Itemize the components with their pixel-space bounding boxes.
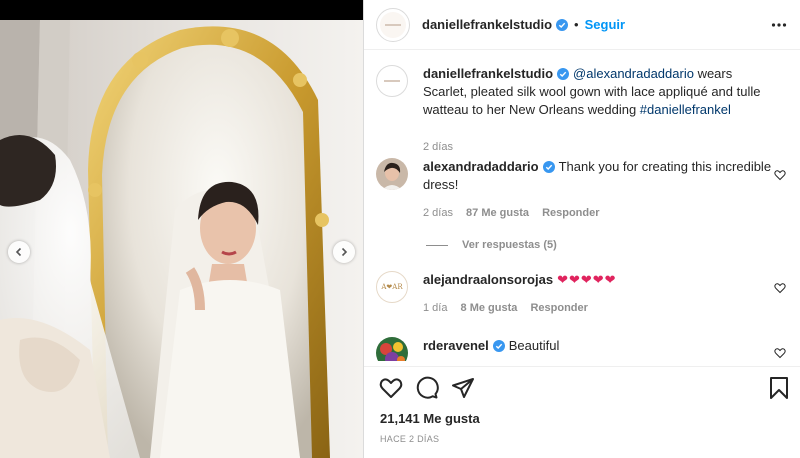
- verified-badge-icon: [542, 161, 555, 173]
- author-username[interactable]: daniellefrankelstudio: [422, 17, 552, 32]
- photo-top-bar: [0, 0, 363, 20]
- like-comment-heart-icon[interactable]: [774, 282, 786, 294]
- more-options-icon[interactable]: [771, 17, 787, 33]
- separator-dot: •: [574, 17, 579, 32]
- chevron-right-icon: [341, 247, 348, 257]
- paper-plane-icon[interactable]: [451, 376, 475, 400]
- commenter-avatar[interactable]: A❤AR: [376, 271, 408, 303]
- view-replies-button[interactable]: Ver respuestas (5): [426, 239, 557, 251]
- view-replies-label: Ver respuestas (5): [462, 239, 557, 251]
- post-details-panel: daniellefrankelstudio • Seguir daniellef…: [363, 0, 800, 458]
- caption-username[interactable]: daniellefrankelstudio: [423, 66, 553, 81]
- verified-badge-icon: [556, 18, 569, 31]
- comments-list[interactable]: daniellefrankelstudio @alexandradaddario …: [364, 51, 800, 361]
- verified-badge-icon: [492, 340, 505, 352]
- comment-text: Beautiful: [508, 338, 560, 353]
- caption-hashtag-link[interactable]: #daniellefrankel: [640, 102, 731, 117]
- verified-badge-icon: [557, 68, 570, 80]
- caption-time[interactable]: 2 días: [423, 141, 453, 153]
- post-photo[interactable]: [0, 0, 363, 458]
- comment-meta: 2 días 87 Me gusta Responder: [423, 207, 610, 219]
- like-comment-heart-icon[interactable]: [774, 169, 786, 181]
- next-photo-button[interactable]: [333, 241, 355, 263]
- caption-meta: 2 días: [423, 141, 463, 153]
- comment-username[interactable]: alexandradaddario: [423, 159, 539, 174]
- heart-icon[interactable]: [379, 376, 403, 400]
- author-avatar[interactable]: [376, 7, 410, 42]
- comment-like-count[interactable]: 8 Me gusta: [461, 302, 518, 314]
- post-timestamp[interactable]: HACE 2 DÍAS: [380, 434, 439, 444]
- comment-time[interactable]: 2 días: [423, 207, 453, 219]
- replies-line: [426, 244, 448, 246]
- comment-meta: 1 día 8 Me gusta Responder: [423, 302, 598, 314]
- comment-like-count[interactable]: 87 Me gusta: [466, 207, 529, 219]
- commenter-avatar[interactable]: [376, 337, 408, 361]
- chevron-left-icon: [15, 247, 22, 257]
- like-comment-heart-icon[interactable]: [774, 347, 786, 359]
- reply-button[interactable]: Responder: [530, 302, 587, 314]
- author-avatar-small[interactable]: [376, 65, 408, 97]
- comment-username[interactable]: rderavenel: [423, 338, 489, 353]
- post-like-count[interactable]: 21,141 Me gusta: [380, 411, 480, 426]
- comment-bubble-icon[interactable]: [415, 376, 439, 400]
- avatar-logo-text: A❤AR: [381, 283, 403, 291]
- previous-photo-button[interactable]: [8, 241, 30, 263]
- comment-time[interactable]: 1 día: [423, 302, 447, 314]
- follow-button[interactable]: Seguir: [585, 17, 625, 32]
- comment-username[interactable]: alejandraalonsorojas: [423, 272, 553, 287]
- post-header: daniellefrankelstudio • Seguir: [364, 0, 800, 50]
- caption-mention-link[interactable]: @alexandradaddario: [573, 66, 694, 81]
- commenter-avatar[interactable]: [376, 158, 408, 190]
- bookmark-icon[interactable]: [769, 376, 789, 400]
- post-actions-bar: [364, 366, 800, 406]
- wedding-mirror-photo: [0, 20, 363, 458]
- comment-text: ❤❤❤❤❤: [557, 273, 617, 288]
- reply-button[interactable]: Responder: [542, 207, 599, 219]
